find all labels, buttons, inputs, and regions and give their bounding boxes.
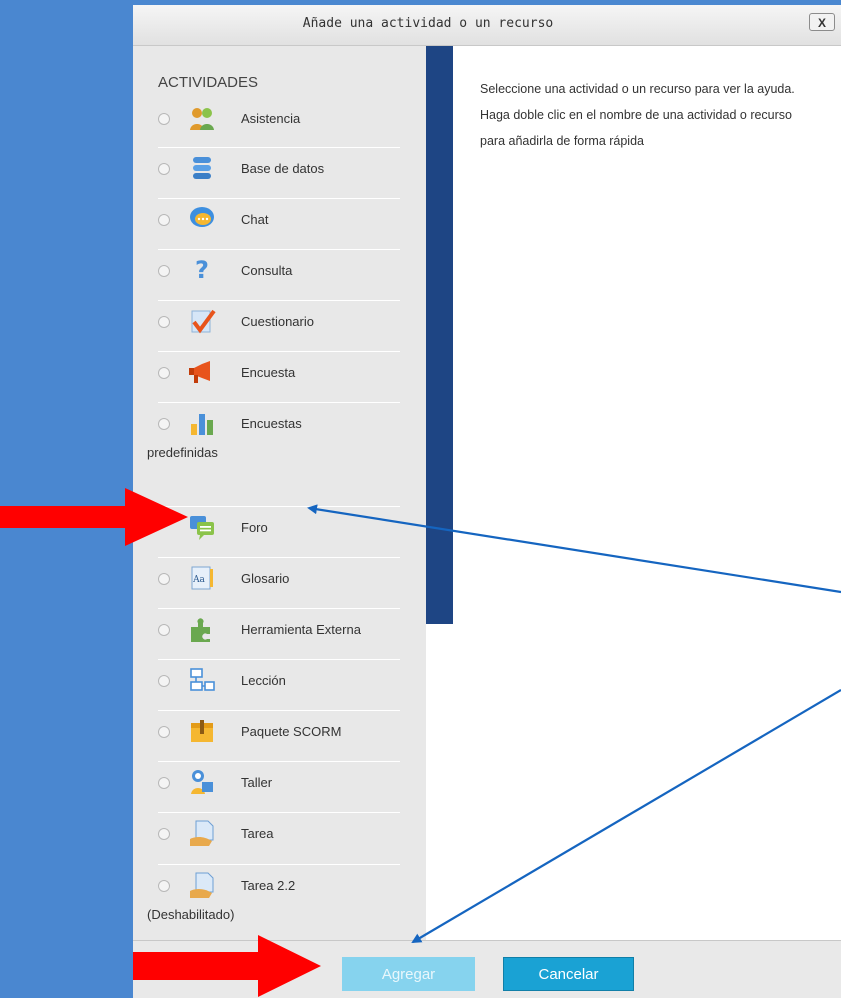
activity-label-continuation: predefinidas	[147, 445, 218, 460]
quiz-icon	[188, 307, 216, 335]
activity-radio[interactable]	[158, 113, 170, 125]
row-divider	[158, 351, 400, 352]
add-activity-dialog: Añade una actividad o un recurso X ACTIV…	[133, 5, 841, 998]
activity-label: Encuesta	[241, 365, 296, 380]
activity-radio[interactable]	[158, 163, 170, 175]
activity-option[interactable]: Encuesta	[133, 351, 426, 404]
activity-radio[interactable]	[158, 316, 170, 328]
section-heading-activities: ACTIVIDADES	[158, 74, 259, 91]
activity-label: Cuestionario	[241, 314, 314, 329]
activity-label: Taller	[241, 775, 273, 790]
activity-option[interactable]: Tarea 2.2 (Deshabilitado)	[133, 864, 426, 940]
activity-label: Base de datos	[241, 161, 325, 176]
help-panel: Seleccione una actividad o un recurso pa…	[453, 46, 841, 940]
activity-label: Paquete SCORM	[241, 724, 342, 739]
cancel-button[interactable]: Cancelar	[503, 957, 634, 991]
row-divider	[158, 710, 400, 711]
activity-radio[interactable]	[158, 726, 170, 738]
activity-option[interactable]: Lección	[133, 659, 426, 712]
glossary-icon: Aa	[188, 564, 216, 592]
activity-radio[interactable]	[158, 418, 170, 430]
activity-label: Encuestas	[241, 416, 302, 431]
scrollbar[interactable]	[426, 46, 453, 624]
row-divider	[158, 864, 400, 865]
activity-label: Glosario	[241, 571, 290, 586]
activity-radio[interactable]	[158, 214, 170, 226]
activity-label: Asistencia	[241, 111, 301, 126]
activity-label: Herramienta Externa	[241, 622, 361, 637]
help-text: Seleccione una actividad o un recurso pa…	[480, 82, 795, 148]
assignment-icon	[188, 819, 216, 847]
row-divider	[158, 761, 400, 762]
activity-radio[interactable]	[158, 828, 170, 840]
activity-label: Consulta	[241, 263, 293, 278]
row-divider	[158, 812, 400, 813]
activity-radio[interactable]	[158, 777, 170, 789]
activity-radio[interactable]	[158, 624, 170, 636]
activity-option[interactable]: ? Consulta	[133, 249, 426, 302]
red-arrow-foro	[0, 488, 188, 546]
activity-label: Lección	[241, 673, 286, 688]
row-divider	[158, 198, 400, 199]
chat-icon	[188, 205, 216, 233]
row-divider	[158, 659, 400, 660]
forum-icon	[188, 513, 216, 541]
activity-label-continuation: (Deshabilitado)	[147, 907, 235, 922]
add-button[interactable]: Agregar	[342, 957, 475, 991]
attendance-icon	[188, 104, 216, 132]
workshop-icon	[188, 768, 216, 796]
row-divider	[158, 402, 400, 403]
activity-option[interactable]: Tarea	[133, 812, 426, 865]
activity-radio[interactable]	[158, 675, 170, 687]
lesson-icon	[188, 666, 216, 694]
assignment-icon	[188, 871, 216, 899]
activity-option[interactable]: Base de datos	[133, 147, 426, 200]
svg-text:?: ?	[195, 256, 209, 284]
bar-chart-icon	[188, 409, 216, 437]
row-divider	[158, 557, 400, 558]
svg-text:Aa: Aa	[192, 575, 205, 585]
activity-option[interactable]: Cuestionario	[133, 300, 426, 353]
activity-option[interactable]: Herramienta Externa	[133, 608, 426, 661]
activity-option[interactable]: Aa Glosario	[133, 557, 426, 610]
activity-label: Tarea	[241, 826, 274, 841]
row-divider	[158, 506, 400, 507]
activity-option[interactable]: Taller	[133, 761, 426, 814]
activity-radio[interactable]	[158, 573, 170, 585]
activity-label: Foro	[241, 520, 268, 535]
activity-option[interactable]: Paquete SCORM	[133, 710, 426, 763]
dialog-title: Añade una actividad o un recurso	[302, 16, 554, 31]
red-arrow-agregar	[133, 935, 321, 997]
activity-radio[interactable]	[158, 265, 170, 277]
puzzle-icon	[188, 615, 216, 643]
dialog-titlebar: Añade una actividad o un recurso X	[133, 5, 841, 46]
megaphone-icon	[188, 358, 216, 386]
row-divider	[158, 300, 400, 301]
activity-option[interactable]: Chat	[133, 198, 426, 251]
activity-radio[interactable]	[158, 880, 170, 892]
activity-option[interactable]: Asistencia	[133, 100, 426, 150]
package-icon	[188, 717, 216, 745]
activity-label: Chat	[241, 212, 269, 227]
row-divider	[158, 608, 400, 609]
close-button[interactable]: X	[809, 13, 835, 31]
activity-radio[interactable]	[158, 367, 170, 379]
question-icon: ?	[188, 256, 216, 284]
row-divider	[158, 249, 400, 250]
activity-option[interactable]: Encuestas predefinidas	[133, 402, 426, 485]
row-divider	[158, 147, 400, 148]
database-icon	[188, 154, 216, 182]
activity-label: Tarea 2.2	[241, 878, 296, 893]
